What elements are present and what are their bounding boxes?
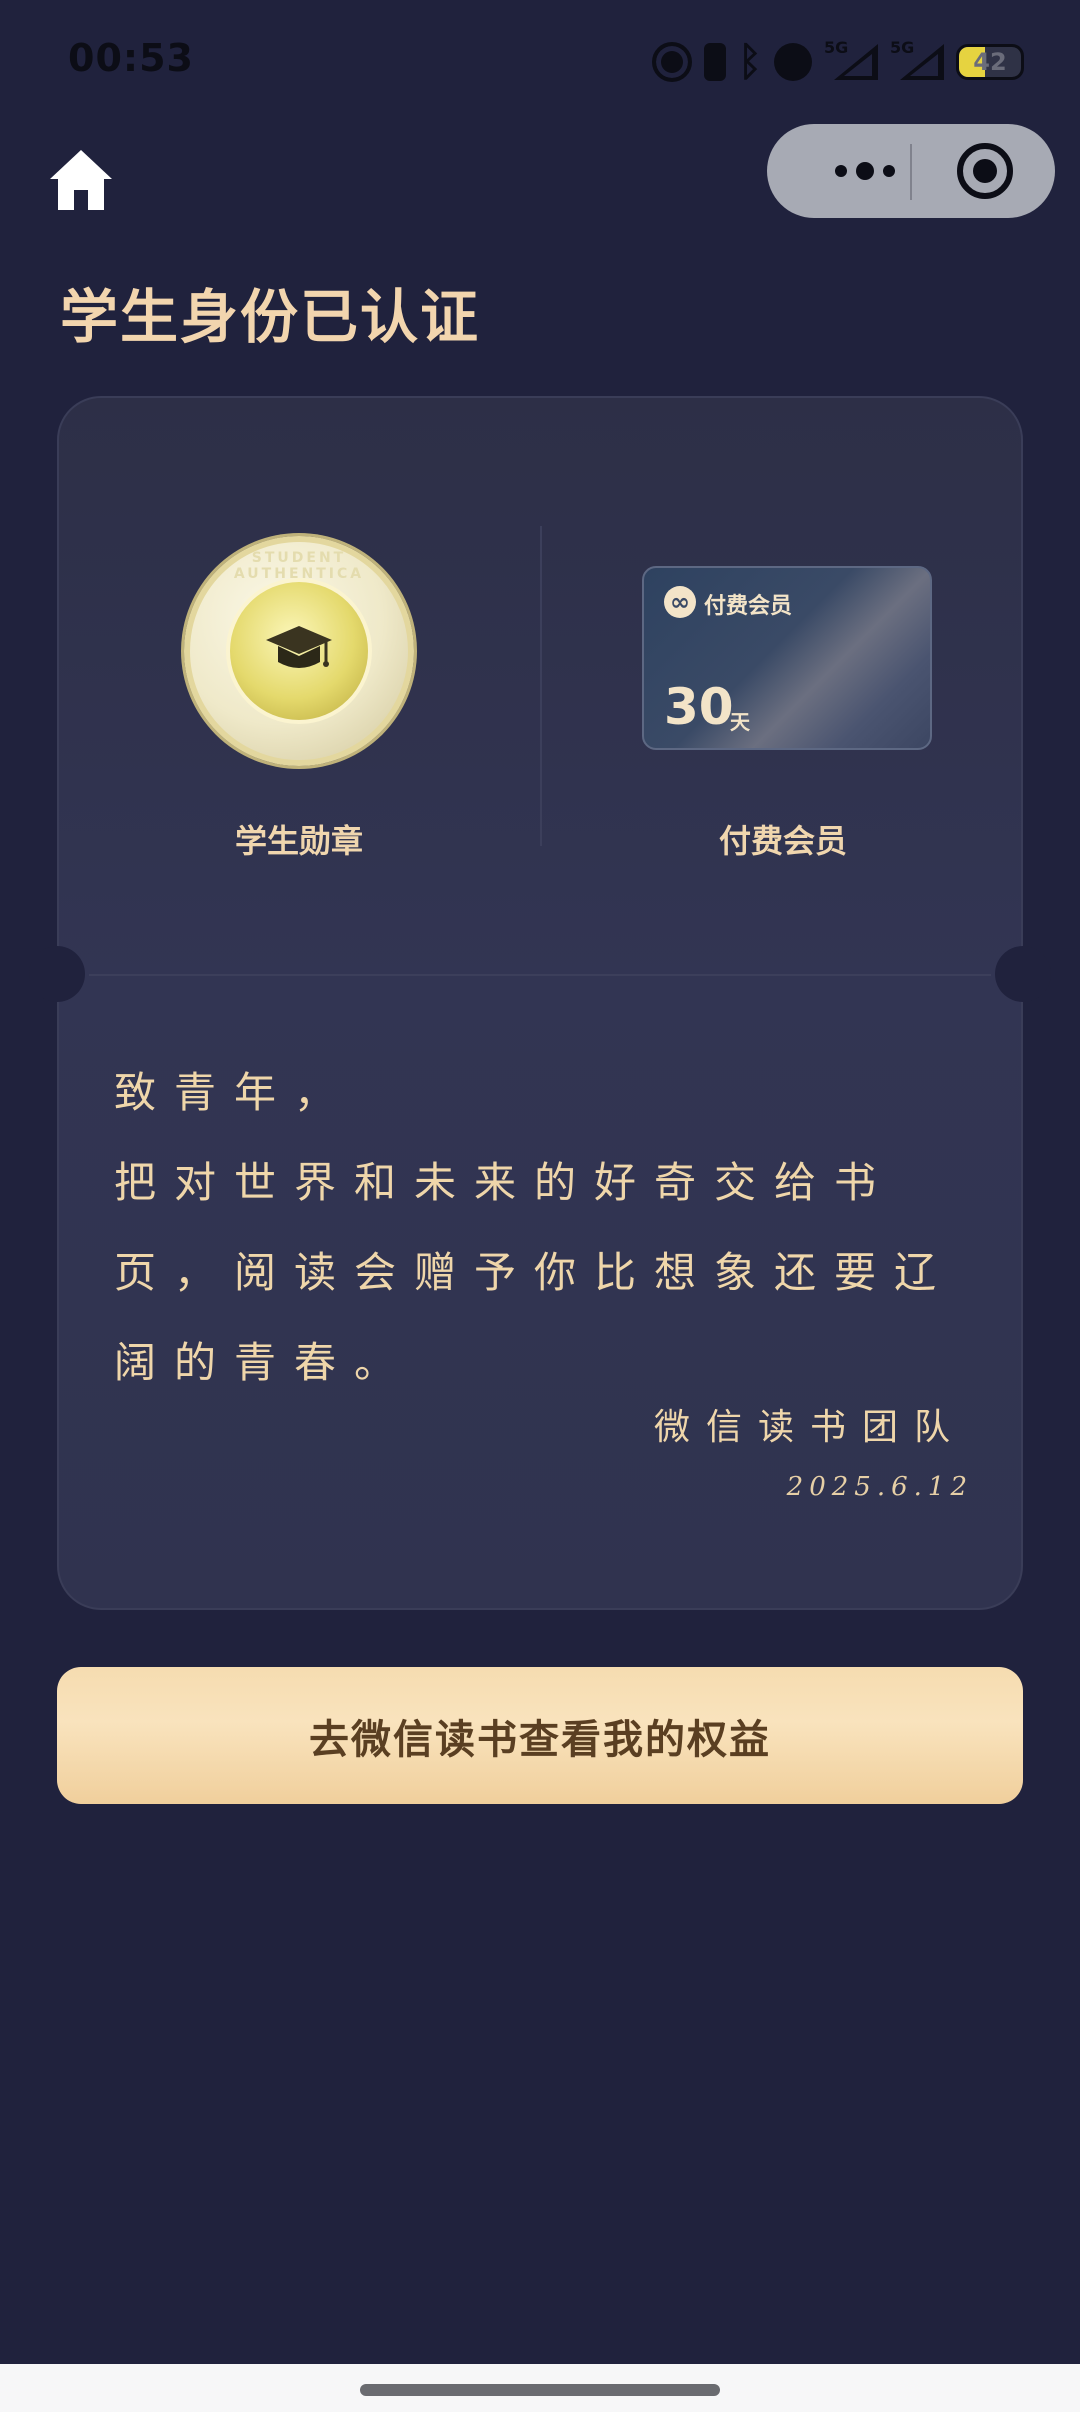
- member-card-unit: 天: [730, 710, 750, 734]
- close-button[interactable]: [957, 143, 1013, 199]
- signal-icon: 5G: [890, 38, 944, 84]
- capsule-divider: [910, 144, 912, 200]
- certificate-card: STUDENT AUTHENTICA 学生勋章 ∞ 付费会员 30 天 付费会员…: [29, 396, 1051, 1610]
- member-label: 付费会员: [718, 822, 847, 860]
- ticket-notch-right: [995, 946, 1051, 1002]
- battery-level: 42: [973, 48, 1007, 76]
- battery-icon: 42: [956, 44, 1024, 80]
- medal-center: [230, 582, 368, 720]
- letter-date: 2025.6.12: [786, 1472, 973, 1502]
- letter-line: 把对世界和未来的好奇交给书: [114, 1158, 895, 1207]
- letter-text: 致青年， 把对世界和未来的好奇交给书 页，阅读会赠予你比想象还要辽 阔的青春。: [114, 1048, 974, 1408]
- more-button[interactable]: [825, 124, 905, 218]
- mini-program-capsule: [767, 124, 1055, 218]
- home-indicator[interactable]: [360, 2384, 720, 2396]
- status-icons: ᛒ 5G 5G 42: [652, 38, 1024, 86]
- letter-line: 页，阅读会赠予你比想象还要辽: [114, 1248, 955, 1297]
- letter-line: 阔的青春。: [114, 1338, 415, 1387]
- status-time: 00:53: [68, 36, 194, 80]
- letter-signature: 微信读书团队: [653, 1407, 966, 1448]
- gesture-bar: [0, 2364, 1080, 2412]
- badge-divider: [540, 526, 542, 846]
- more-dots-icon: [835, 162, 895, 180]
- notification-icon: [774, 43, 812, 81]
- letter-line: 致青年，: [114, 1068, 355, 1117]
- paid-member-card[interactable]: ∞ 付费会员 30 天: [642, 566, 932, 750]
- medal-ring-text: STUDENT AUTHENTICA: [233, 550, 365, 582]
- ticket-perforation: [89, 974, 991, 976]
- medal-label: 学生勋章: [234, 822, 363, 860]
- member-card-title: 付费会员: [704, 594, 793, 619]
- home-button[interactable]: [46, 146, 116, 214]
- alarm-icon: [652, 42, 692, 82]
- page-title: 学生身份已认证: [60, 283, 481, 351]
- graduation-cap-icon: [266, 626, 332, 668]
- home-icon: [50, 150, 112, 210]
- member-card-days: 30: [664, 678, 734, 736]
- ticket-notch-left: [29, 946, 85, 1002]
- status-bar: 00:53 ᛒ 5G 5G 42: [0, 0, 1080, 120]
- view-benefits-button[interactable]: 去微信读书查看我的权益: [57, 1667, 1023, 1804]
- signal-icon: 5G: [824, 38, 878, 84]
- watch-icon: [704, 43, 726, 81]
- bluetooth-icon: ᛒ: [738, 39, 762, 85]
- student-medal[interactable]: STUDENT AUTHENTICA: [184, 536, 414, 766]
- infinity-icon: ∞: [664, 586, 696, 618]
